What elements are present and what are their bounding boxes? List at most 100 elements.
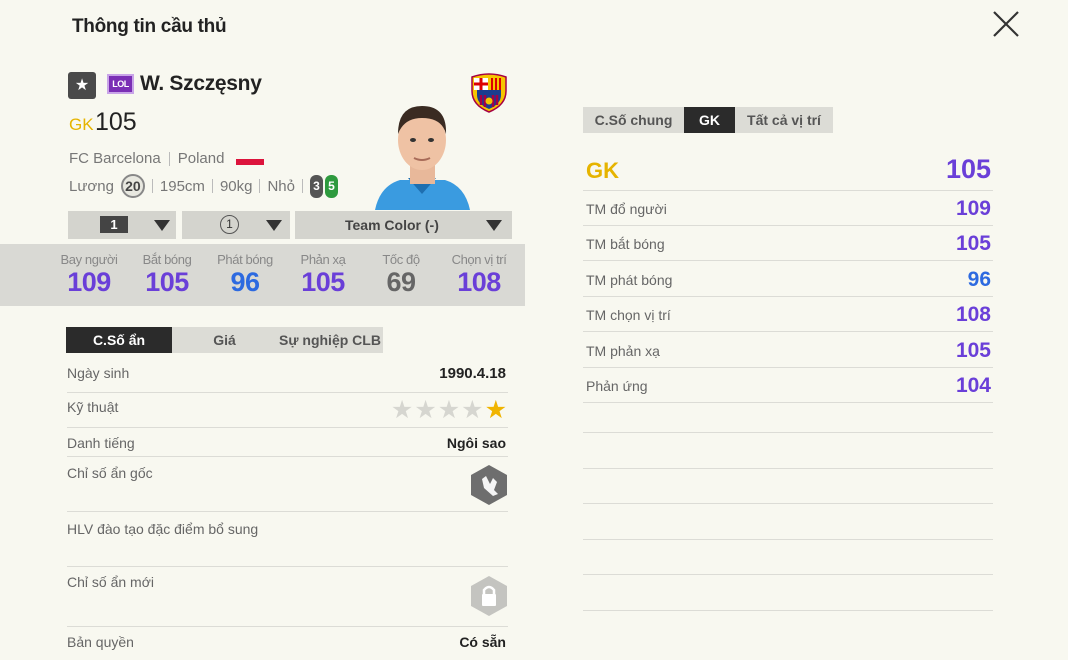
chevron-down-icon — [154, 220, 170, 231]
tab-club-career[interactable]: Sự nghiệp CLB — [277, 327, 383, 353]
star-empty-icon: ★ — [461, 396, 485, 424]
main-stat-label: Tốc độ — [382, 252, 420, 267]
tab-gk[interactable]: GK — [684, 107, 735, 133]
position-stat-row: TM phát bóng 96 — [583, 262, 993, 297]
position-stat-label: TM chọn vị trí — [586, 307, 671, 324]
license-label: Bản quyền — [67, 634, 134, 650]
skill-stars: ★★★★★ — [391, 395, 508, 425]
main-stat-label: Phản xạ — [300, 252, 346, 267]
divider — [302, 179, 303, 193]
season-badge: LOL — [107, 74, 134, 94]
new-hidden-label: Chỉ số ẩn mới — [67, 574, 154, 590]
position-stat-label: TM đổ người — [586, 201, 667, 217]
position-stat-value: 105 — [955, 232, 991, 256]
main-stat-item: Phản xạ 105 — [284, 252, 362, 298]
salary-badge: 20 — [120, 174, 145, 198]
coach-traits-row: HLV đào tạo đặc điểm bổ sung — [67, 512, 508, 567]
chevron-down-icon — [486, 220, 502, 231]
close-icon[interactable] — [990, 8, 1022, 40]
empty-row — [583, 576, 993, 611]
reputation-value: Ngôi sao — [446, 435, 506, 451]
tab-general-stats[interactable]: C.Số chung — [583, 107, 684, 133]
position-summary-row: GK 105 — [583, 150, 993, 191]
tab-all-positions[interactable]: Tất cả vị trí — [735, 107, 833, 133]
position-stat-value: 108 — [955, 303, 991, 327]
main-stat-label: Bắt bóng — [142, 252, 192, 267]
favorite-star-icon[interactable]: ★ — [68, 72, 96, 99]
position-label: GK — [586, 158, 619, 183]
new-hidden-row: Chỉ số ẩn mới — [67, 567, 508, 627]
body-type: Nhỏ — [267, 177, 295, 195]
position-tabs: C.Số chung GK Tất cả vị trí — [583, 107, 833, 133]
position-stat-row: TM chọn vị trí 108 — [583, 297, 993, 333]
main-stat-item: Bắt bóng 105 — [128, 252, 206, 298]
main-stat-value: 96 — [230, 267, 260, 297]
tab-price[interactable]: Giá — [172, 327, 277, 353]
goalkeeper-glove-icon[interactable] — [470, 464, 508, 506]
empty-row — [583, 398, 993, 433]
star-empty-icon: ★ — [390, 396, 415, 424]
height-value: 195cm — [159, 177, 205, 195]
position-stat-value: 109 — [955, 197, 991, 220]
position-value: 105 — [945, 154, 991, 184]
level-dropdown[interactable]: 1 — [68, 211, 176, 239]
reputation-label: Danh tiếng — [67, 435, 135, 451]
empty-row — [583, 434, 993, 469]
main-stat-value: 108 — [457, 267, 501, 297]
left-foot-icon: 3 — [310, 174, 323, 198]
club-nation-row: FC Barcelona Poland — [69, 150, 265, 167]
empty-row — [583, 469, 993, 504]
position-stat-value: 96 — [967, 267, 991, 291]
physical-row: Lương 20 195cm 90kg Nhỏ 3 5 — [69, 174, 338, 198]
player-ovr: 105 — [95, 108, 137, 136]
main-stat-item: Chọn vị trí 108 — [440, 252, 518, 298]
divider — [259, 179, 261, 193]
star-filled-icon: ★ — [484, 396, 508, 424]
skill-row: Kỹ thuật ★★★★★ — [67, 393, 508, 428]
team-color-label: Team Color (-) — [345, 217, 439, 233]
skill-label: Kỹ thuật — [67, 399, 119, 415]
level-value: 1 — [100, 216, 128, 233]
position-stat-label: TM phát bóng — [586, 271, 673, 288]
lock-icon[interactable] — [470, 575, 508, 617]
birthdate-label: Ngày sinh — [67, 365, 130, 381]
main-stat-item: Tốc độ 69 — [362, 252, 440, 298]
weight-value: 90kg — [219, 177, 253, 195]
position-stat-label: TM phản xạ — [586, 342, 660, 359]
star-empty-icon: ★ — [437, 396, 462, 424]
hidden-traits-row: Chỉ số ẩn gốc — [67, 457, 508, 512]
position-stat-row: TM bắt bóng 105 — [583, 226, 993, 262]
birthdate-row: Ngày sinh 1990.4.18 — [67, 363, 508, 393]
empty-row — [583, 540, 993, 575]
divider — [168, 151, 170, 166]
main-stat-value: 109 — [67, 267, 111, 297]
position-stat-label: Phản ứng — [586, 378, 648, 394]
main-stat-label: Bay người — [60, 252, 118, 267]
salary-label: Lương — [69, 177, 114, 195]
tab-hidden-stats[interactable]: C.Số ẩn — [66, 327, 172, 353]
main-stat-label: Chọn vị trí — [451, 252, 507, 267]
hidden-traits-label: Chỉ số ẩn gốc — [67, 465, 153, 481]
club-name: FC Barcelona — [69, 150, 161, 167]
enhance-dropdown[interactable]: 1 — [182, 211, 290, 239]
main-stat-item: Bay người 109 — [50, 252, 128, 298]
team-color-dropdown[interactable]: Team Color (-) — [295, 211, 512, 239]
main-stat-value: 105 — [301, 267, 345, 297]
coach-traits-label: HLV đào tạo đặc điểm bổ sung — [67, 521, 259, 537]
divider — [151, 179, 153, 193]
position-stat-row: TM phản xạ 105 — [583, 333, 993, 368]
player-name: W. Szczęsny — [140, 72, 262, 95]
nation-name: Poland — [177, 150, 225, 167]
position-stat-label: TM bắt bóng — [586, 236, 665, 253]
position-stat-value: 105 — [955, 338, 991, 362]
right-foot-icon: 5 — [325, 174, 338, 198]
enhance-value: 1 — [220, 215, 239, 234]
main-stat-value: 69 — [386, 267, 416, 297]
page-title: Thông tin cầu thủ — [72, 16, 227, 37]
empty-row — [583, 505, 993, 540]
chevron-down-icon — [266, 220, 282, 231]
position-stat-row: TM đổ người 109 — [583, 191, 993, 226]
position-stat-value: 104 — [955, 374, 991, 397]
license-row: Bản quyền Có sẵn — [67, 628, 508, 658]
poland-flag-icon — [236, 152, 265, 165]
